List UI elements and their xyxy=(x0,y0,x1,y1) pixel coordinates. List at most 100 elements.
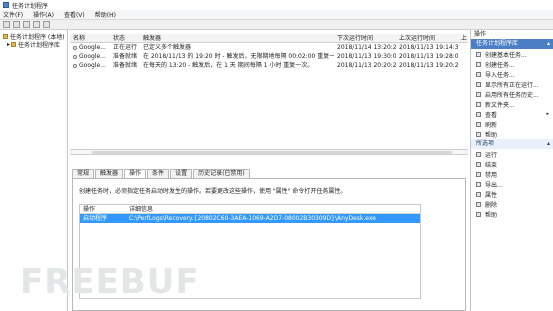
new-folder-icon xyxy=(476,101,481,107)
menu-help[interactable]: 帮助(H) xyxy=(95,10,116,19)
action-item-label: 禁用 xyxy=(485,171,498,179)
action-item-label: 启用所有任务历史... xyxy=(485,91,539,99)
library-section-header[interactable]: 任务计划程序库 ▴ xyxy=(471,39,553,49)
run-icon xyxy=(476,151,481,157)
task-trigger: 在每天的 13:20 - 触发后，在 1 天 期间每隔 1 小时 重复一次。 xyxy=(143,62,314,69)
selected-section-label: 所选项 xyxy=(476,140,495,147)
running-tasks-icon xyxy=(476,81,481,87)
column-next-run[interactable]: 下次运行时间 xyxy=(334,34,396,42)
create-basic-task-icon xyxy=(476,51,481,57)
action-item-selected-0[interactable]: 运行 xyxy=(471,149,553,159)
actions-pane-title: 操作 xyxy=(471,30,553,39)
end-icon xyxy=(476,161,481,167)
action-item-library-6[interactable]: 查看 ▸ xyxy=(471,109,553,119)
column-truncated[interactable]: 上 xyxy=(458,34,468,42)
task-status: 正在运行 xyxy=(113,44,138,51)
action-item-library-5[interactable]: 新文件夹... xyxy=(471,99,553,109)
action-detail: C:\PerfLogs\Recovery.{20802C60-3AEA-1069… xyxy=(129,215,376,222)
task-trigger: 在 2018/11/13 的 19:20 时 - 触发后，无限期地每隔 00:0… xyxy=(143,53,334,60)
action-item-library-2[interactable]: 导入任务... xyxy=(471,69,553,79)
column-last-run[interactable]: 上次运行时间 xyxy=(396,34,458,42)
action-item-label: 创建任务... xyxy=(485,61,515,69)
help-icon[interactable] xyxy=(43,21,50,28)
action-item-library-3[interactable]: 显示所有正在运行... xyxy=(471,79,553,89)
action-item-label: 删除 xyxy=(485,201,498,209)
action-item-label: 帮助 xyxy=(485,211,498,219)
actions-description: 创建任务时，必须指定任务启动时发生的操作。若要更改这些操作，使用 "属性" 命令… xyxy=(79,188,347,195)
selected-section-header[interactable]: 所选项 ▴ xyxy=(471,139,553,149)
action-item-library-4[interactable]: 启用所有任务历史... xyxy=(471,89,553,99)
action-item-selected-2[interactable]: 禁用 xyxy=(471,169,553,179)
forward-icon[interactable] xyxy=(13,21,20,28)
task-next-run: 2018/11/14 13:20:22 xyxy=(337,44,396,51)
action-item-selected-3[interactable]: 导出... xyxy=(471,179,553,189)
watermark-logo: FREEBUF xyxy=(20,262,200,302)
action-item-library-7[interactable]: 刷新 xyxy=(471,119,553,129)
tab-settings[interactable]: 设置 xyxy=(170,169,193,178)
actions-pane: 操作 任务计划程序库 ▴ 创建基本任务... 创建任务... 导入任务... 显示所有… xyxy=(470,30,553,311)
column-trigger[interactable]: 触发器 xyxy=(140,34,334,42)
action-item-label: 属性 xyxy=(485,191,498,199)
task-list-header: 名称 状态 触发器 下次运行时间 上次运行时间 上 xyxy=(70,34,468,43)
help-icon xyxy=(476,131,481,137)
column-status[interactable]: 状态 xyxy=(110,34,140,42)
tab-history[interactable]: 历史记录(已禁用) xyxy=(193,169,250,178)
task-last-run: 2018/11/13 19:20:22 xyxy=(399,62,458,69)
back-icon[interactable] xyxy=(3,21,10,28)
collapse-arrow-icon[interactable]: ▴ xyxy=(547,39,550,49)
up-folder-icon[interactable] xyxy=(23,21,30,28)
table-row[interactable]: Google... 准备就绪 在每天的 13:20 - 触发后，在 1 天 期间… xyxy=(70,61,468,70)
action-item-library-1[interactable]: 创建任务... xyxy=(471,59,553,69)
show-hide-tree-icon[interactable] xyxy=(33,21,40,28)
table-row[interactable]: Google... 正在运行 已定义多个触发器 2018/11/14 13:20… xyxy=(70,43,468,52)
app-icon xyxy=(3,2,9,8)
title-bar: 任务计划程序 xyxy=(0,0,553,10)
action-item-label: 导出... xyxy=(485,181,503,189)
task-last-run: 2018/11/13 19:14:38 xyxy=(399,44,458,51)
tab-conditions[interactable]: 条件 xyxy=(147,169,170,178)
expand-arrow-icon[interactable]: ▸ xyxy=(7,41,10,48)
properties-icon xyxy=(476,191,481,197)
task-icon xyxy=(73,54,77,59)
action-item-selected-5[interactable]: 删除 xyxy=(471,199,553,209)
column-name[interactable]: 名称 xyxy=(70,34,110,42)
table-row[interactable]: Google... 准备就绪 在 2018/11/13 的 19:20 时 - … xyxy=(70,52,468,61)
action-item-label: 新文件夹... xyxy=(485,101,515,109)
collapse-arrow-icon[interactable]: ▴ xyxy=(547,139,550,149)
tree-library-label: 任务计划程序库 xyxy=(18,41,61,49)
refresh-icon xyxy=(476,121,481,127)
task-name: Google... xyxy=(79,53,106,60)
tab-actions[interactable]: 操作 xyxy=(124,169,147,178)
action-item-label: 创建基本任务... xyxy=(485,51,527,59)
task-last-run: 2018/11/13 19:28:00 xyxy=(399,53,458,60)
action-item-library-0[interactable]: 创建基本任务... xyxy=(471,49,553,59)
column-details[interactable]: 详细信息 xyxy=(126,205,153,213)
menu-file[interactable]: 文件(F) xyxy=(3,10,23,19)
column-action[interactable]: 操作 xyxy=(80,205,126,213)
task-icon xyxy=(73,63,77,68)
action-item-selected-6[interactable]: 帮助 xyxy=(471,209,553,219)
tree-item-library[interactable]: ▸ 任务计划程序库 xyxy=(0,40,67,49)
submenu-arrow-icon: ▸ xyxy=(546,111,549,117)
import-task-icon xyxy=(476,71,481,77)
tab-triggers[interactable]: 触发器 xyxy=(95,169,124,178)
tab-general[interactable]: 常规 xyxy=(72,169,95,178)
table-row[interactable]: 启动程序 C:\PerfLogs\Recovery.{20802C60-3AEA… xyxy=(80,214,420,223)
menu-view[interactable]: 查看(V) xyxy=(64,10,85,19)
action-item-label: 查看 xyxy=(485,111,498,119)
view-icon xyxy=(476,111,481,117)
library-section-label: 任务计划程序库 xyxy=(476,40,519,47)
task-next-run: 2018/11/13 19:30:00 xyxy=(337,53,396,60)
horizontal-scrollbar[interactable] xyxy=(70,149,468,155)
disable-icon xyxy=(476,171,481,177)
action-item-selected-4[interactable]: 属性 xyxy=(471,189,553,199)
task-icon xyxy=(73,45,77,50)
scrollbar-thumb[interactable] xyxy=(92,151,452,154)
menu-bar: 文件(F) 操作(A) 查看(V) 帮助(H) xyxy=(0,10,553,20)
action-item-label: 刷新 xyxy=(485,121,498,129)
action-item-label: 显示所有正在运行... xyxy=(485,81,539,89)
action-item-selected-1[interactable]: 结束 xyxy=(471,159,553,169)
menu-action[interactable]: 操作(A) xyxy=(33,10,54,19)
action-item-library-8[interactable]: 帮助 xyxy=(471,129,553,139)
task-next-run: 2018/11/13 20:20:22 xyxy=(337,62,396,69)
